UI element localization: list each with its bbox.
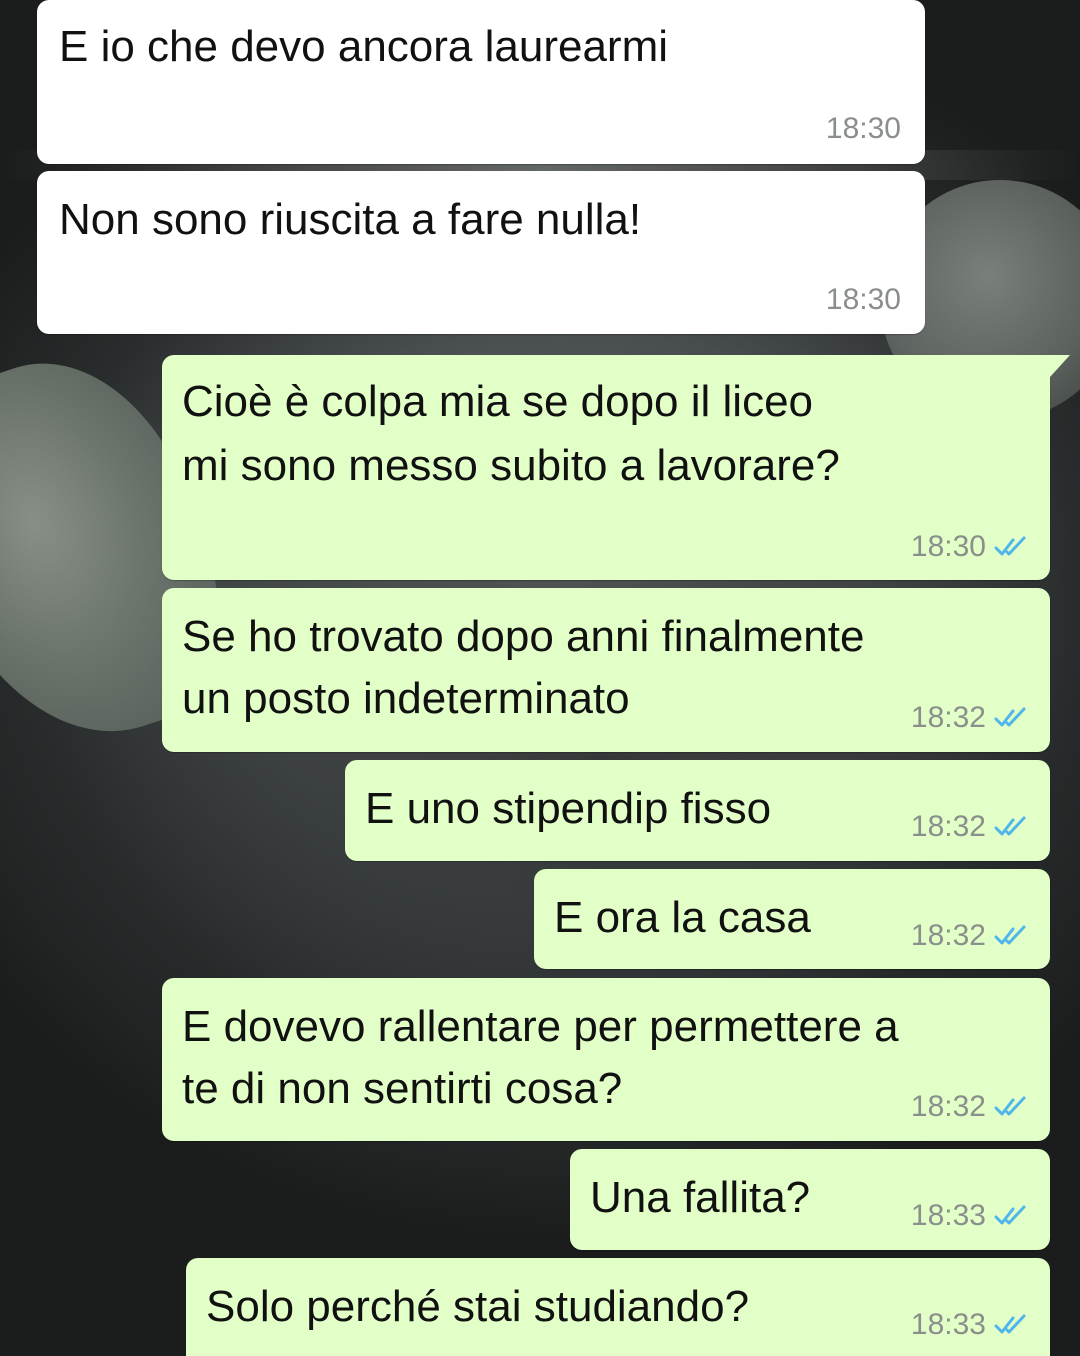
message-meta: 18:32	[911, 1090, 1028, 1124]
message-text-line: E dovevo rallentare per permettere a	[182, 1002, 899, 1051]
double-check-read-icon	[994, 536, 1026, 556]
message-text: Solo perché stai studiando?	[206, 1282, 750, 1331]
message-text: E io che devo ancora laurearmi	[59, 22, 668, 71]
message-bubble-outgoing[interactable]: Se ho trovato dopo anni finalmente un po…	[162, 588, 1050, 752]
message-time: 18:32	[910, 701, 986, 734]
message-meta: 18:32	[911, 919, 1028, 953]
message-text: Non sono riuscita a fare nulla!	[59, 195, 642, 244]
message-meta: 18:30	[911, 530, 1028, 564]
message-bubble-outgoing[interactable]: E dovevo rallentare per permettere a te …	[162, 978, 1050, 1141]
message-text-line: un posto indeterminato	[182, 674, 630, 723]
message-bubble-outgoing[interactable]: Cioè è colpa mia se dopo il liceo mi son…	[162, 355, 1050, 580]
bubble-tail	[1046, 355, 1070, 377]
message-text-line: Cioè è colpa mia se dopo il liceo	[182, 377, 814, 426]
message-bubble-outgoing[interactable]: Una fallita? 18:33	[570, 1149, 1050, 1250]
message-time: 18:30	[910, 530, 986, 563]
message-bubble-outgoing[interactable]: Solo perché stai studiando? 18:33	[186, 1258, 1050, 1356]
double-check-read-icon	[994, 816, 1026, 836]
message-text-line: Se ho trovato dopo anni finalmente	[182, 612, 865, 661]
double-check-read-icon	[994, 1096, 1026, 1116]
message-time: 18:32	[910, 919, 986, 952]
message-meta: 18:30	[826, 112, 901, 146]
message-text-line: mi sono messo subito a lavorare?	[182, 441, 840, 490]
message-text: E ora la casa	[554, 893, 811, 942]
message-text-line: te di non sentirti cosa?	[182, 1064, 623, 1113]
message-meta: 18:32	[911, 810, 1028, 844]
message-time: 18:33	[910, 1199, 986, 1232]
message-bubble-outgoing[interactable]: E ora la casa 18:32	[534, 869, 1050, 969]
message-text: Una fallita?	[590, 1173, 811, 1222]
message-time: 18:32	[910, 1090, 986, 1123]
double-check-read-icon	[994, 925, 1026, 945]
message-meta: 18:30	[826, 283, 901, 317]
message-meta: 18:32	[911, 701, 1028, 735]
message-time: 18:30	[825, 283, 901, 316]
message-bubble-incoming[interactable]: E io che devo ancora laurearmi 18:30	[37, 0, 925, 164]
message-bubble-outgoing[interactable]: E uno stipendip fisso 18:32	[345, 760, 1050, 861]
double-check-read-icon	[994, 1205, 1026, 1225]
message-text: E uno stipendip fisso	[365, 784, 772, 833]
message-list[interactable]: E io che devo ancora laurearmi 18:30 Non…	[0, 0, 1080, 1356]
message-time: 18:32	[910, 810, 986, 843]
double-check-read-icon	[994, 1314, 1026, 1334]
message-meta: 18:33	[911, 1199, 1028, 1233]
message-bubble-incoming[interactable]: Non sono riuscita a fare nulla! 18:30	[37, 171, 925, 334]
message-time: 18:33	[910, 1308, 986, 1341]
message-meta: 18:33	[911, 1308, 1028, 1342]
message-time: 18:30	[825, 112, 901, 145]
double-check-read-icon	[994, 707, 1026, 727]
